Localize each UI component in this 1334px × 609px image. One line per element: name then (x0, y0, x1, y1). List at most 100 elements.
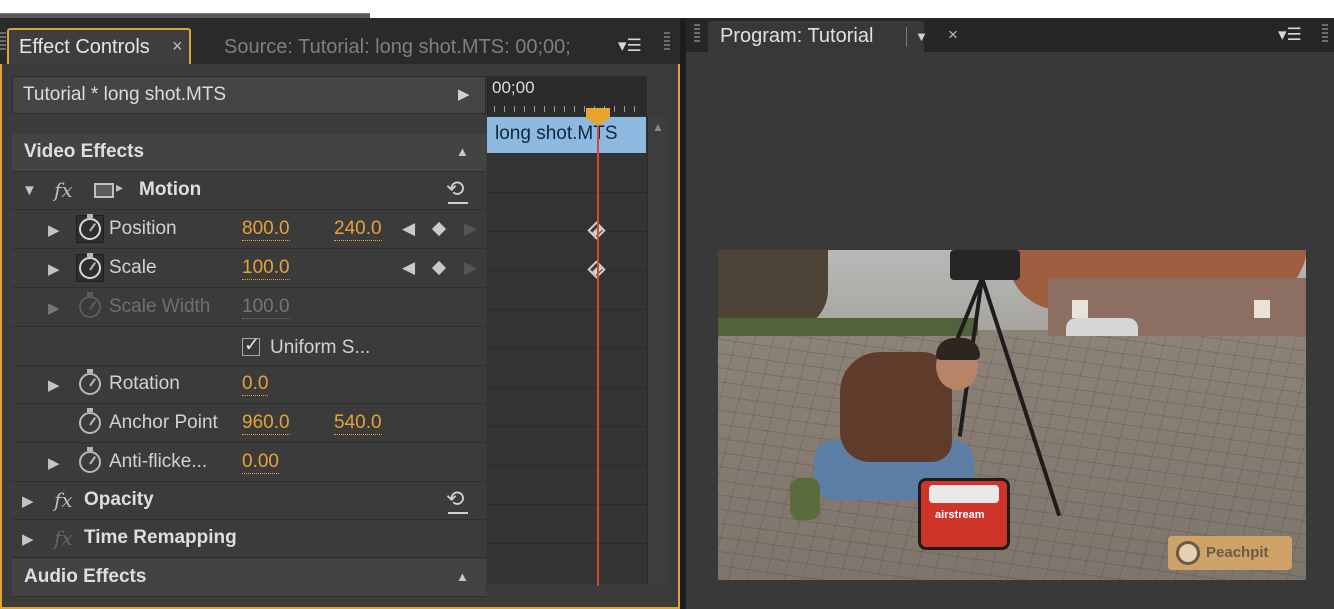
scene-window (1072, 300, 1088, 318)
effect-time-remapping-row[interactable]: ▶ fx Time Remapping (12, 520, 486, 558)
video-effects-header: Video Effects ▲ (12, 134, 486, 172)
previous-keyframe-icon[interactable]: ◀ (402, 219, 415, 239)
panel-grip-icon[interactable] (694, 24, 700, 44)
property-scale-row: ▶ Scale 100.0 ◀ ▶ (12, 250, 486, 288)
rotation-label: Rotation (109, 373, 180, 394)
tab-program-label: Program: Tutorial (720, 25, 874, 47)
disclosure-closed-icon[interactable]: ▶ (48, 221, 60, 239)
bag-brand-label: airstream (935, 509, 985, 521)
fx-icon[interactable]: fx (54, 488, 73, 512)
collapse-icon[interactable]: ▲ (456, 569, 469, 584)
track-divider (487, 231, 647, 232)
effect-controls-tabbar: Effect Controls × Source: Tutorial: long… (0, 18, 680, 64)
disclosure-closed-icon[interactable]: ▶ (48, 299, 60, 317)
position-label: Position (109, 218, 177, 239)
reset-icon[interactable]: ⟲ (446, 176, 469, 204)
disclosure-closed-icon[interactable]: ▶ (48, 376, 60, 394)
collapse-icon[interactable]: ▲ (456, 144, 469, 159)
next-keyframe-icon[interactable]: ▶ (464, 258, 477, 278)
stopwatch-icon[interactable] (79, 447, 101, 473)
scroll-up-icon[interactable]: ▲ (652, 120, 664, 134)
uniform-scale-label: Uniform S... (270, 337, 371, 358)
anchor-point-x-value[interactable]: 960.0 (242, 412, 290, 435)
uniform-scale-checkbox[interactable] (242, 334, 260, 357)
scale-width-value: 100.0 (242, 296, 290, 319)
add-keyframe-icon[interactable] (431, 221, 447, 237)
track-divider (487, 543, 647, 544)
timeline-timecode: 00;00 (492, 78, 535, 97)
previous-keyframe-icon[interactable]: ◀ (402, 258, 415, 278)
playhead-line (597, 116, 599, 586)
effect-motion-row[interactable]: ▼ fx Motion ⟲ (12, 172, 486, 210)
track-divider (487, 153, 647, 154)
chevron-down-icon[interactable]: ▼ (915, 29, 928, 44)
scene-camera (950, 250, 1020, 280)
disclosure-closed-icon[interactable]: ▶ (22, 530, 34, 548)
panel-grip-icon[interactable] (664, 32, 670, 52)
reset-icon[interactable]: ⟲ (446, 486, 469, 514)
peachpit-watermark: Peachpit (1168, 536, 1292, 570)
disclosure-closed-icon[interactable]: ▶ (22, 492, 34, 510)
property-anchor-point-row: Anchor Point 960.0 540.0 (12, 405, 486, 443)
program-video-frame[interactable]: airstream Peachpit (718, 250, 1306, 580)
track-divider (487, 387, 647, 388)
add-keyframe-icon[interactable] (431, 260, 447, 276)
next-keyframe-icon[interactable]: ▶ (464, 219, 477, 239)
timeline-ruler[interactable]: 00;00 (487, 76, 647, 116)
panel-grip-icon[interactable] (1322, 24, 1328, 44)
audio-effects-header: Audio Effects ▲ (12, 559, 486, 597)
scene-window (1254, 300, 1270, 318)
anchor-point-label: Anchor Point (109, 412, 218, 433)
anchor-point-y-value[interactable]: 540.0 (334, 412, 382, 435)
scene-person-hair (936, 338, 980, 360)
panel-menu-icon[interactable]: ▾☰ (1278, 25, 1302, 45)
scale-value[interactable]: 100.0 (242, 257, 290, 280)
clip-header-title: Tutorial * long shot.MTS (23, 84, 227, 105)
stopwatch-icon[interactable] (79, 214, 101, 240)
panel-grip-icon[interactable] (0, 32, 6, 52)
anti-flicker-value[interactable]: 0.00 (242, 451, 279, 474)
timeline-scrollbar[interactable]: ▲ (647, 116, 669, 584)
track-divider (487, 465, 647, 466)
close-icon[interactable]: × (948, 25, 958, 45)
motion-label: Motion (139, 179, 202, 200)
disclosure-closed-icon[interactable]: ▶ (48, 260, 60, 278)
rotation-value[interactable]: 0.0 (242, 373, 269, 396)
track-divider (487, 192, 647, 193)
track-divider (487, 348, 647, 349)
disclosure-closed-icon[interactable]: ▶ (48, 454, 60, 472)
property-uniform-scale-row: Uniform S... (12, 328, 486, 366)
bag-flap (929, 485, 999, 503)
property-position-row: ▶ Position 800.0 240.0 ◀ ▶ (12, 211, 486, 249)
motion-transform-icon[interactable] (94, 179, 123, 198)
track-divider (487, 504, 647, 505)
audio-effects-label: Audio Effects (24, 566, 147, 587)
tab-program[interactable]: Program: Tutorial ▼ (708, 21, 928, 52)
stopwatch-icon[interactable] (79, 369, 101, 395)
anti-flicker-label: Anti-flicke... (109, 451, 208, 472)
property-anti-flicker-row: ▶ Anti-flicke... 0.00 (12, 444, 486, 482)
clip-bar[interactable]: long shot.MTS (487, 117, 646, 153)
ruler-ticks (494, 106, 642, 112)
show-timeline-icon[interactable]: ▶ (458, 85, 470, 103)
disclosure-open-icon[interactable]: ▼ (22, 182, 37, 199)
panel-menu-icon[interactable]: ▾☰ (618, 36, 642, 56)
video-effects-label: Video Effects (24, 141, 145, 162)
stopwatch-icon[interactable] (79, 408, 101, 434)
position-y-value[interactable]: 240.0 (334, 218, 382, 241)
tab-effect-controls[interactable]: Effect Controls × (7, 28, 191, 64)
tab-source-label: Source: Tutorial: long shot.MTS: 00;00; (224, 36, 571, 58)
tab-source[interactable]: Source: Tutorial: long shot.MTS: 00;00; (196, 32, 606, 64)
close-icon[interactable]: × (172, 36, 183, 57)
fx-icon: fx (54, 526, 73, 550)
position-x-value[interactable]: 800.0 (242, 218, 290, 241)
clip-header: Tutorial * long shot.MTS ▶ (12, 76, 486, 114)
effect-opacity-row[interactable]: ▶ fx Opacity ⟲ (12, 482, 486, 520)
stopwatch-icon[interactable] (79, 253, 101, 279)
scene-camera-bag: airstream (918, 478, 1010, 550)
time-remapping-label: Time Remapping (84, 527, 237, 548)
keyframe-track-area[interactable] (487, 116, 647, 584)
property-scale-width-row: ▶ Scale Width 100.0 (12, 289, 486, 327)
fx-icon[interactable]: fx (54, 178, 73, 202)
tab-effect-controls-label: Effect Controls (19, 36, 150, 58)
